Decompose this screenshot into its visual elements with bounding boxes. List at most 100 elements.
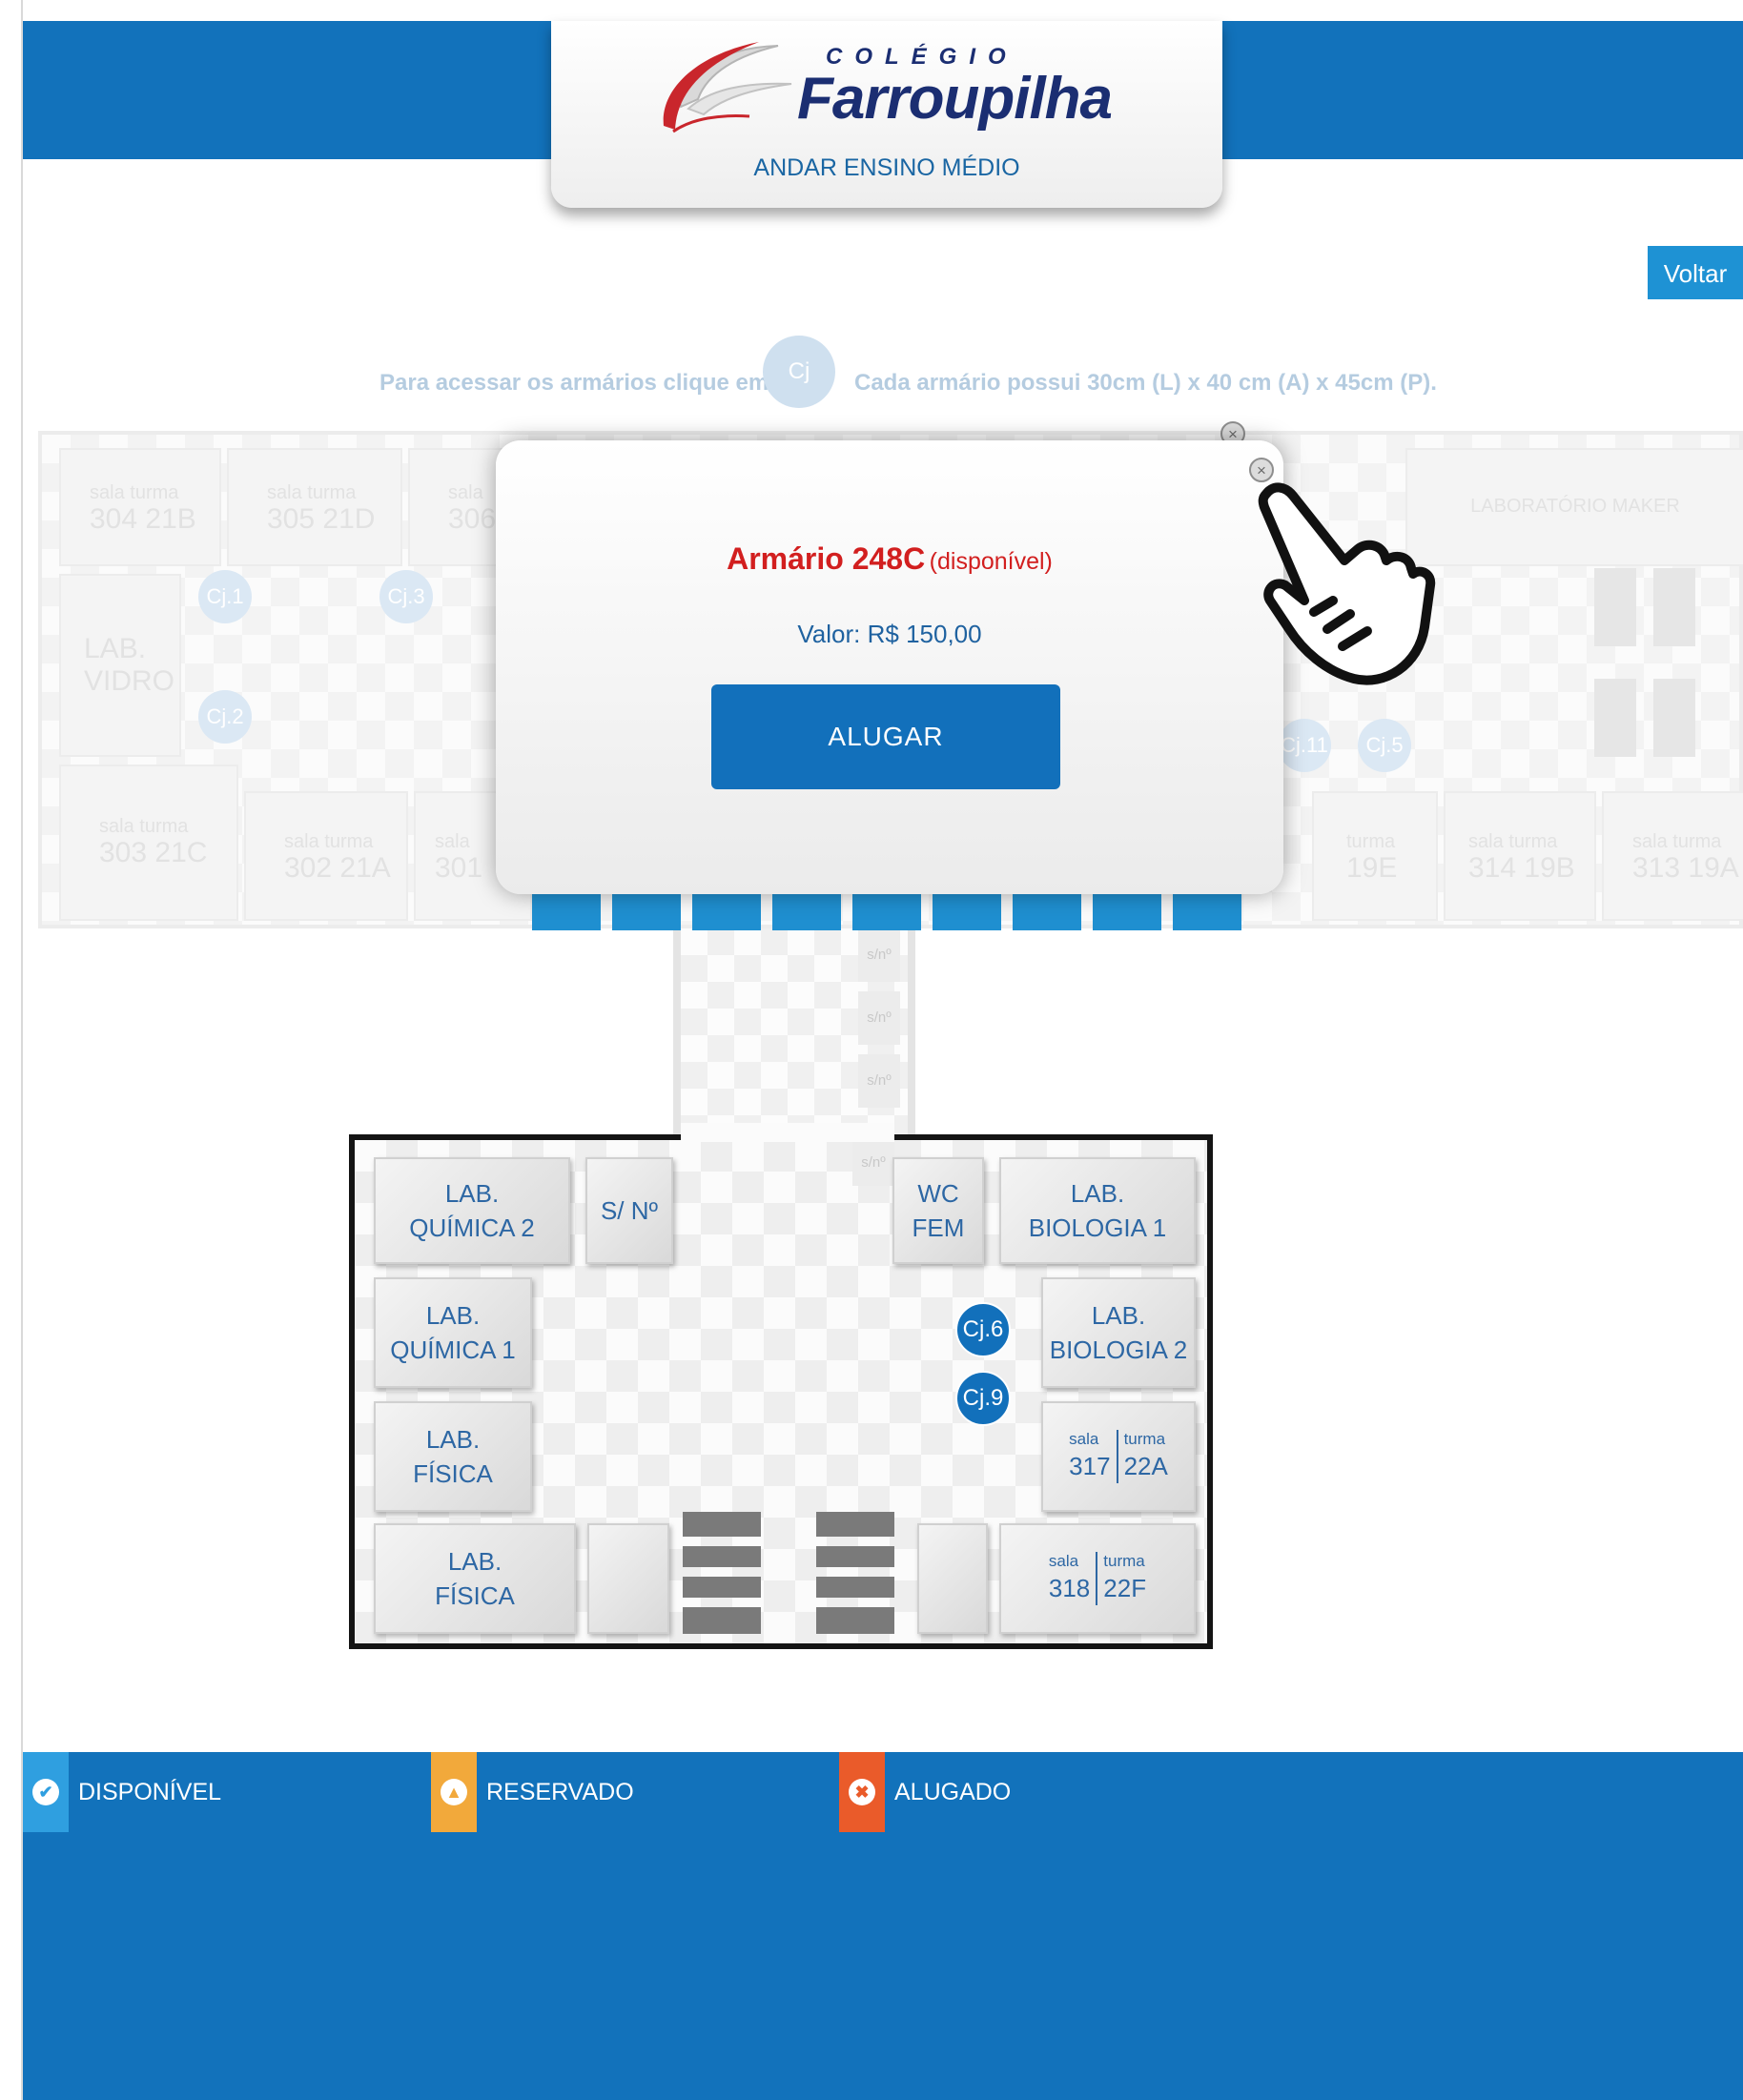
unnumbered-room-tag[interactable]: s/nº: [858, 991, 900, 1045]
locker-tab[interactable]: [532, 894, 601, 930]
cabinet-block: [816, 1577, 894, 1598]
locker-set-cj2[interactable]: Cj.2: [198, 690, 252, 744]
room-sem-numero[interactable]: S/ Nº: [585, 1157, 673, 1264]
room-313[interactable]: sala turma 313 19A: [1602, 791, 1743, 921]
locker-set-cj5[interactable]: Cj.5: [1358, 719, 1411, 772]
lab-quimica-2[interactable]: LAB. QUÍMICA 2: [374, 1157, 570, 1264]
wc-feminino[interactable]: WC FEM: [892, 1157, 984, 1264]
instruction-prefix: Para acessar os armários clique em: [379, 370, 769, 396]
sala-label: sala: [284, 831, 319, 852]
locker-tab[interactable]: [1093, 894, 1161, 930]
sala-label: sala: [1069, 1430, 1099, 1448]
laboratorio-maker[interactable]: LABORATÓRIO MAKER: [1405, 448, 1743, 566]
cabinet-block: [1594, 568, 1636, 646]
storage-room[interactable]: [917, 1523, 988, 1634]
sala-label: sala: [448, 482, 483, 503]
storage-room[interactable]: [587, 1523, 669, 1634]
legend-swatch: ▲: [431, 1752, 477, 1832]
locker-set-cj3[interactable]: Cj.3: [379, 570, 433, 623]
room-label-line: QUÍMICA 1: [390, 1335, 516, 1364]
unnumbered-room-tag[interactable]: s/nº: [858, 928, 900, 982]
room-304[interactable]: sala turma 304 21B: [59, 448, 221, 566]
lab-vidro[interactable]: LAB. VIDRO: [59, 574, 181, 757]
locker-tab[interactable]: [852, 894, 921, 930]
locker-tab[interactable]: [933, 894, 1001, 930]
lab-fisica-1[interactable]: LAB. FÍSICA: [374, 1401, 532, 1512]
turma-label: turma: [130, 482, 179, 503]
cabinet-block: [816, 1607, 894, 1634]
room-label-line: FEM: [912, 1213, 965, 1242]
room-number: 305: [267, 503, 316, 535]
cabinet-block: [683, 1577, 761, 1598]
logo-name: Farroupilha: [797, 66, 1113, 132]
room-class: 21C: [154, 837, 208, 868]
room-number: 303: [99, 837, 148, 868]
locker-tab[interactable]: [692, 894, 761, 930]
room-number: 301: [435, 852, 483, 884]
room-302[interactable]: sala turma 302 21A: [244, 791, 408, 921]
turma-label: turma: [1103, 1552, 1145, 1570]
room-number: 304: [90, 503, 138, 535]
room-label-line: BIOLOGIA 2: [1049, 1335, 1188, 1364]
room-label-line: LAB.: [425, 1301, 481, 1330]
locker-tab[interactable]: [612, 894, 681, 930]
pointing-hand-icon: [1258, 482, 1436, 685]
room-label-line: LAB.: [444, 1179, 500, 1208]
back-button[interactable]: Voltar: [1648, 246, 1743, 299]
sala-label: sala: [1632, 831, 1668, 852]
turma-label: turma: [1508, 831, 1558, 852]
room-19e[interactable]: turma 19E: [1312, 791, 1438, 921]
page-left-border: [0, 0, 23, 2100]
locker-modal: × Armário 248C (disponível) Valor: R$ 15…: [496, 440, 1283, 894]
locker-name: Armário 248C: [727, 541, 926, 576]
locker-tab[interactable]: [1173, 894, 1241, 930]
lab-fisica-2[interactable]: LAB. FÍSICA: [374, 1523, 576, 1634]
room-318[interactable]: sala 318 turma 22F: [999, 1523, 1196, 1634]
room-class: 19A: [1688, 852, 1739, 884]
room-number: 306: [448, 503, 497, 535]
logo-card: COLÉGIO Farroupilha ANDAR ENSINO MÉDIO: [551, 21, 1222, 208]
room-317[interactable]: sala 317 turma 22A: [1041, 1401, 1196, 1512]
cabinet-block: [683, 1607, 761, 1634]
room-305[interactable]: sala turma 305 21D: [227, 448, 402, 566]
turma-label: turma: [324, 831, 374, 852]
locker-set-cj11[interactable]: Cj.11: [1278, 719, 1331, 772]
rent-button[interactable]: ALUGAR: [711, 684, 1060, 789]
lab-biologia-1[interactable]: LAB. BIOLOGIA 1: [999, 1157, 1196, 1264]
room-number: 314: [1468, 852, 1517, 884]
unnumbered-room-tag[interactable]: s/nº: [852, 1140, 894, 1186]
locker-tab[interactable]: [772, 894, 841, 930]
room-label-line: WC: [917, 1179, 959, 1208]
legend-label: ALUGADO: [894, 1778, 1012, 1805]
lab-biologia-2[interactable]: LAB. BIOLOGIA 2: [1041, 1277, 1196, 1388]
cabinet-block: [816, 1512, 894, 1537]
lab-quimica-1[interactable]: LAB. QUÍMICA 1: [374, 1277, 532, 1388]
modal-title: Armário 248C (disponível): [496, 541, 1283, 577]
sala-label: sala: [435, 831, 470, 852]
room-class: 19B: [1524, 852, 1575, 884]
room-label-line: FÍSICA: [413, 1459, 493, 1488]
room-303[interactable]: sala turma 303 21C: [59, 765, 238, 921]
room-number: 302: [284, 852, 333, 884]
unnumbered-room-tag[interactable]: s/nº: [858, 1054, 900, 1108]
sala-label: sala: [1468, 831, 1504, 852]
room-label-line: LAB.: [1070, 1179, 1125, 1208]
locker-set-cj9[interactable]: Cj.9: [955, 1371, 1011, 1426]
lower-floor-plan: s/nº LAB. QUÍMICA 2 S/ Nº WC FEM LAB. BI…: [349, 1134, 1213, 1649]
floor-title: ANDAR ENSINO MÉDIO: [753, 154, 1020, 181]
legend-label: DISPONÍVEL: [78, 1778, 222, 1805]
room-label-line: LAB.: [1091, 1301, 1146, 1330]
locker-tab[interactable]: [1013, 894, 1081, 930]
locker-set-cj6[interactable]: Cj.6: [955, 1302, 1011, 1357]
room-class: 21D: [322, 503, 376, 535]
cabinet-block: [816, 1546, 894, 1567]
lab-maker-label: LABORATÓRIO MAKER: [1470, 496, 1680, 517]
legend-reservado: ▲ RESERVADO: [431, 1752, 634, 1832]
room-class: 22A: [1123, 1452, 1168, 1480]
locker-size-info: Cada armário possui 30cm (L) x 40 cm (A)…: [854, 370, 1437, 396]
room-314[interactable]: sala turma 314 19B: [1444, 791, 1596, 921]
locker-set-cj1[interactable]: Cj.1: [198, 570, 252, 623]
room-label-line: BIOLOGIA 1: [1028, 1213, 1167, 1242]
cross-icon: ✖: [849, 1779, 875, 1805]
locker-status: (disponível): [929, 548, 1053, 575]
